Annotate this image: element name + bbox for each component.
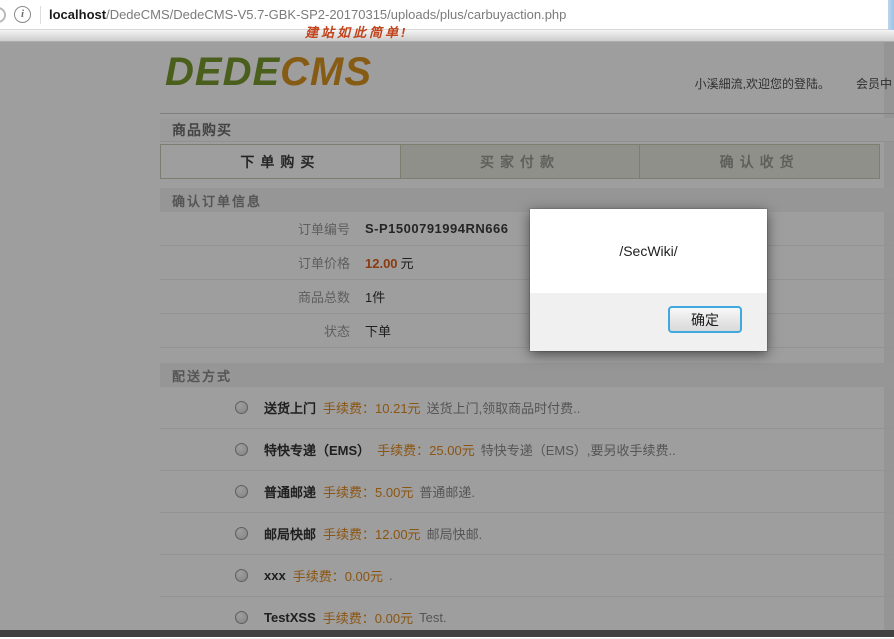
url-text[interactable]: localhost/DedeCMS/DedeCMS-V5.7-GBK-SP2-2… <box>49 7 566 22</box>
alert-message: /SecWiki/ <box>619 243 677 259</box>
url-host: localhost <box>49 7 106 22</box>
url-path: /DedeCMS/DedeCMS-V5.7-GBK-SP2-20170315/u… <box>106 7 566 22</box>
page-info-icon[interactable]: i <box>14 6 31 23</box>
alert-dialog-footer: 确定 <box>530 293 767 351</box>
address-separator <box>40 6 41 24</box>
alert-dialog: /SecWiki/ 确定 <box>530 209 767 351</box>
reload-icon[interactable] <box>0 7 6 23</box>
browser-chrome-strip <box>0 30 894 42</box>
window-frame-edge <box>888 0 894 30</box>
browser-address-bar[interactable]: i localhost/DedeCMS/DedeCMS-V5.7-GBK-SP2… <box>0 0 894 30</box>
logo-slogan: 建站如此简单! <box>305 26 408 39</box>
alert-dialog-body: /SecWiki/ <box>530 209 767 293</box>
ok-button[interactable]: 确定 <box>668 306 742 333</box>
